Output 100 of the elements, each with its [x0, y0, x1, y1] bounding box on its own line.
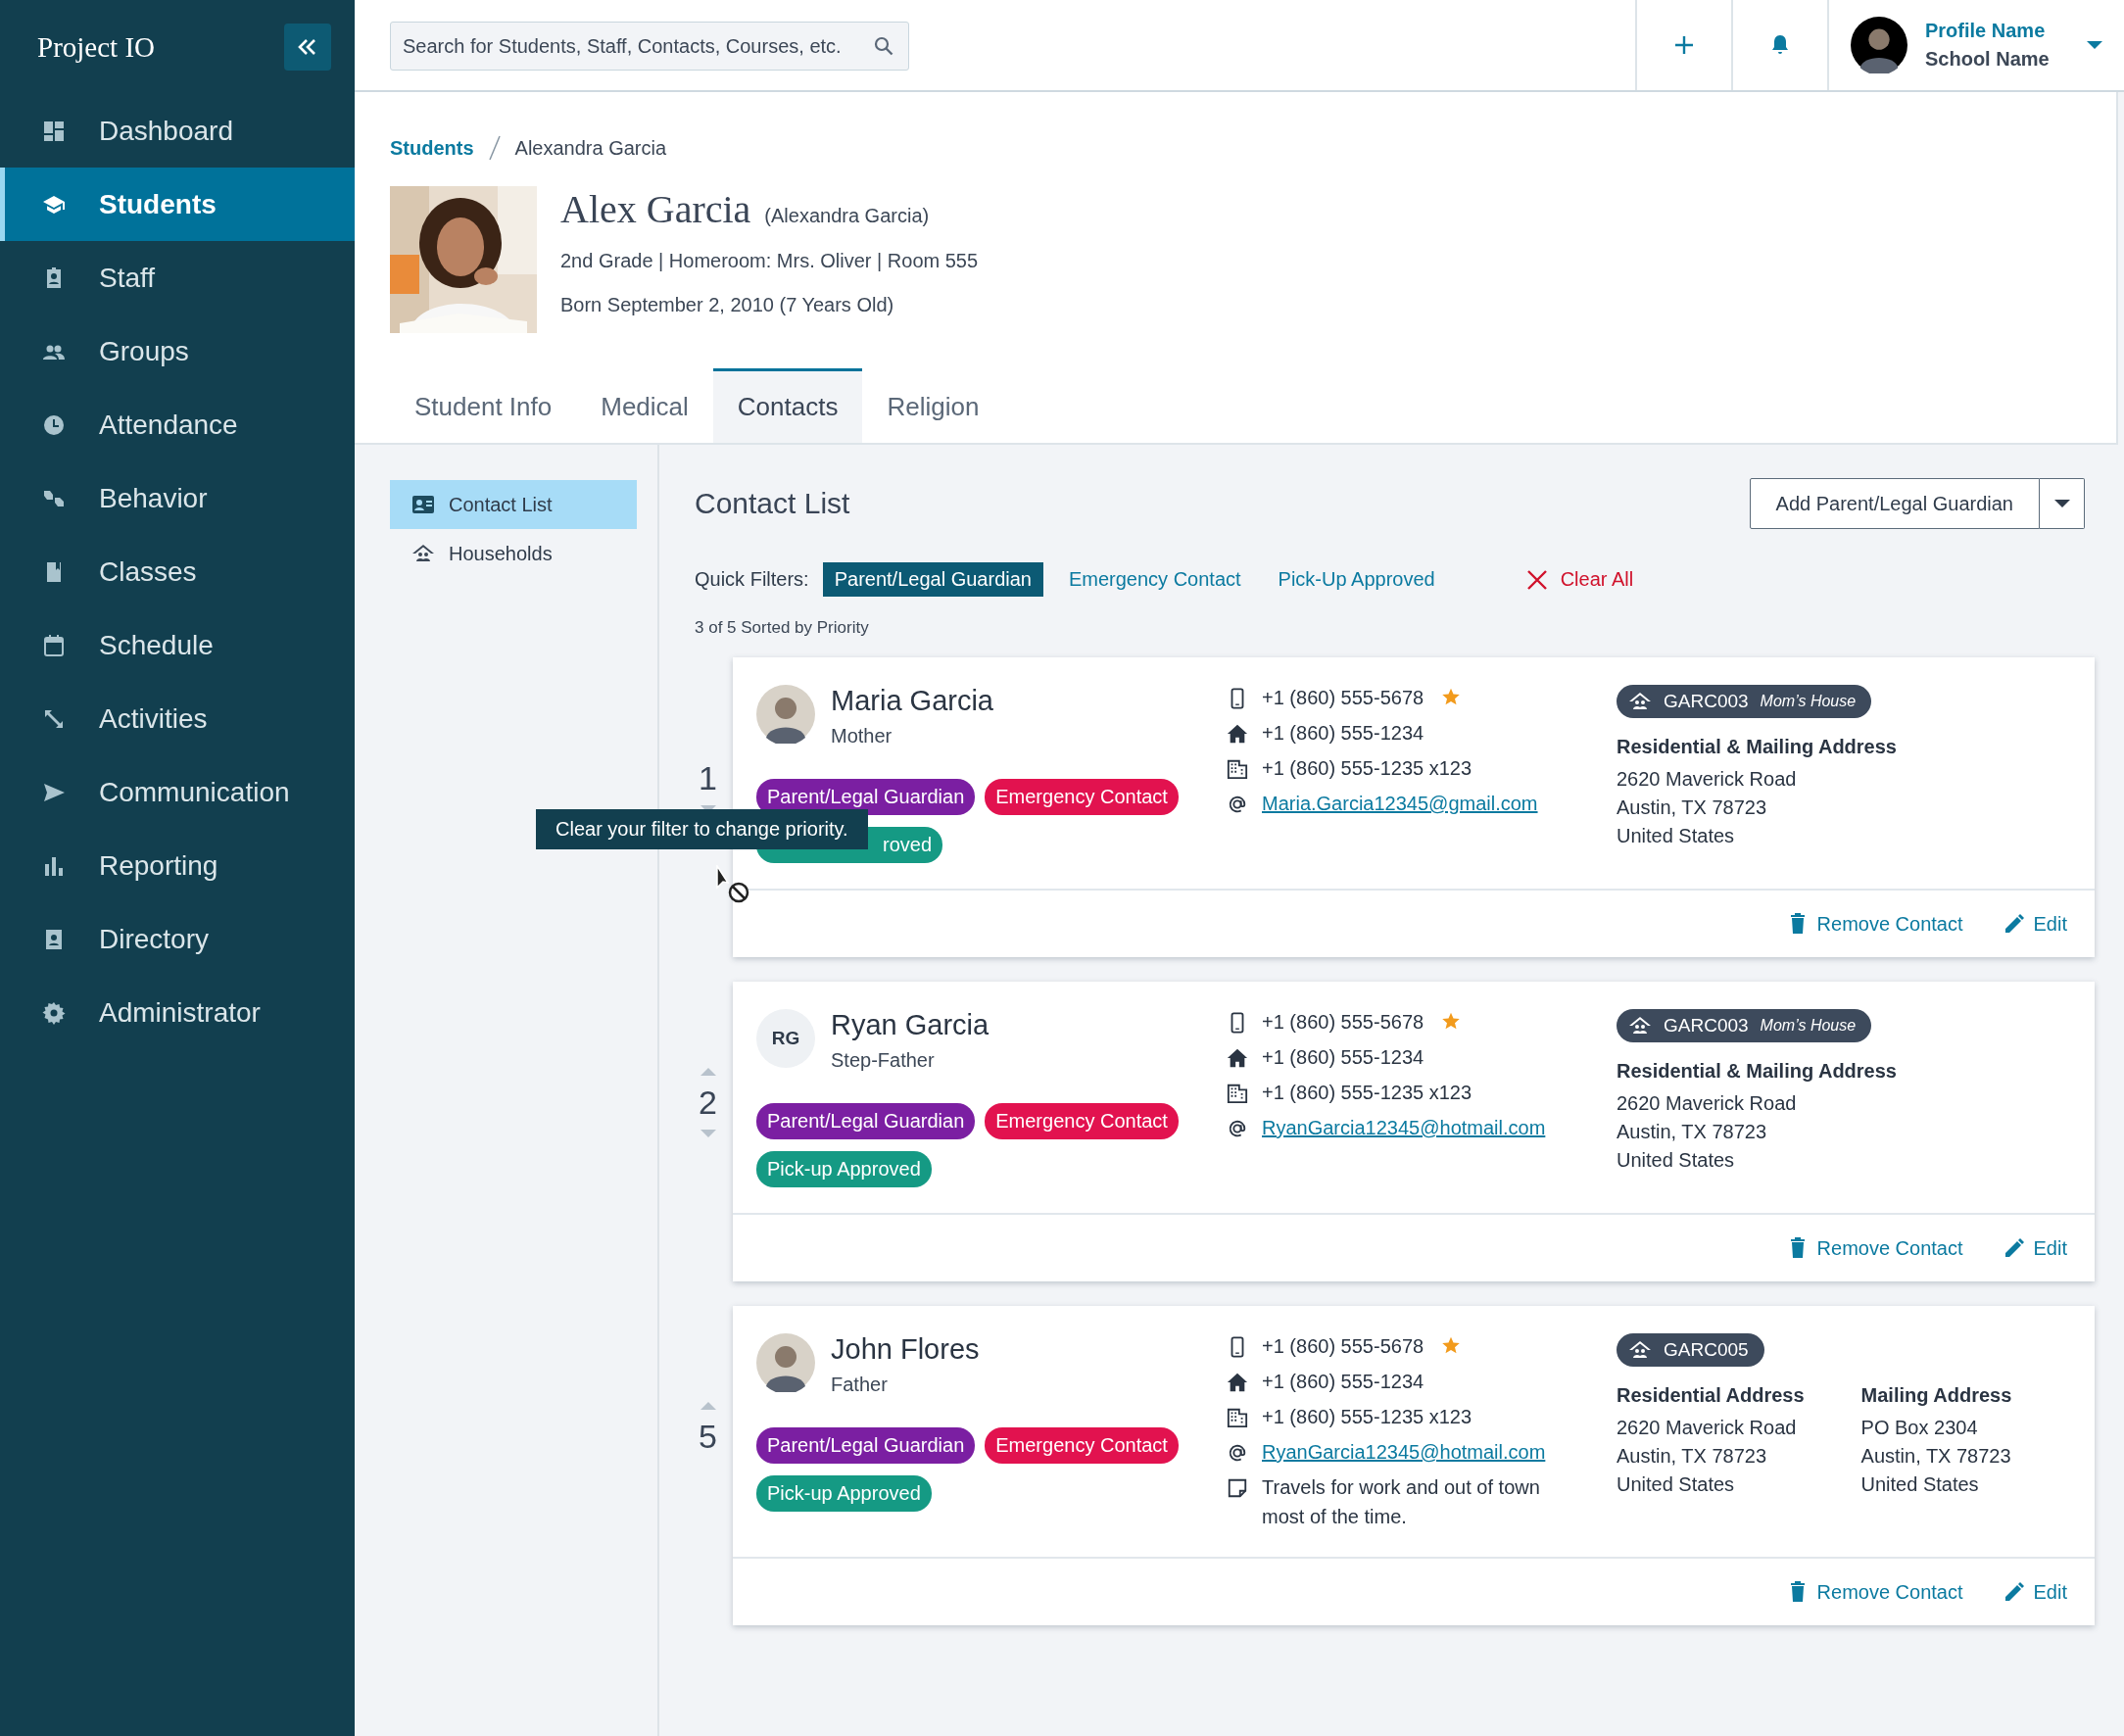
note-text: Travels for work and out of town most of the time. [1262, 1475, 1541, 1529]
nav-item[interactable]: Students [0, 168, 355, 241]
avatar-icon [1851, 17, 1907, 73]
building-icon [1227, 1083, 1248, 1104]
remove-contact-button[interactable]: Remove Contact [1785, 1236, 1963, 1260]
profile-menu[interactable]: Profile Name School Name [1827, 0, 2124, 90]
nav-item[interactable]: Administrator [0, 976, 355, 1049]
relationship: Father [831, 1374, 889, 1396]
tab[interactable]: Medical [576, 368, 713, 443]
phone-number: +1 (860) 555-5678 [1262, 1335, 1424, 1358]
household-name: Mom’s House [1760, 693, 1857, 710]
filter-chip[interactable]: Emergency Contact [1056, 562, 1253, 597]
tag: Emergency Contact [985, 1103, 1179, 1139]
tooltip: Clear your filter to change priority. [536, 809, 868, 849]
add-guardian-button[interactable]: Add Parent/Legal Guardian [1749, 478, 2040, 529]
edit-button[interactable]: Edit [2002, 1580, 2067, 1604]
nav-item[interactable]: Communication [0, 755, 355, 829]
clear-all-button[interactable]: Clear All [1524, 567, 1634, 592]
tag: Emergency Contact [985, 1427, 1179, 1464]
dropdown-button[interactable] [2040, 478, 2085, 529]
at-sign-icon [1227, 1442, 1248, 1464]
remove-contact-button[interactable]: Remove Contact [1785, 912, 1963, 936]
student-details: 2nd Grade | Homeroom: Mrs. Oliver | Room 555 [560, 250, 979, 272]
tag: Emergency Contact [985, 779, 1179, 815]
search-icon [872, 34, 895, 58]
avatar-icon [756, 1333, 815, 1392]
tag: Pick-up Approved [756, 1475, 932, 1512]
phone-number: +1 (860) 555-1234 [1262, 1046, 1424, 1069]
student-name: Alex Garcia [560, 186, 751, 232]
calendar-icon [42, 633, 66, 657]
nav-item[interactable]: Directory [0, 902, 355, 976]
avatar-initials: RG [756, 1009, 815, 1068]
tab[interactable]: Student Info [390, 368, 577, 443]
email-link[interactable]: RyanGarcia12345@hotmail.com [1262, 1117, 1546, 1139]
tab[interactable]: Contacts [712, 368, 863, 443]
edit-button[interactable]: Edit [2002, 912, 2067, 936]
tag: Parent/Legal Guardian [756, 779, 976, 815]
avatar-icon [756, 685, 815, 744]
phone-number: +1 (860) 555-1234 [1262, 722, 1424, 745]
nav-item[interactable]: Dashboard [0, 94, 355, 168]
tag: Parent/Legal Guardian [756, 1427, 976, 1464]
nav-item[interactable]: Reporting [0, 829, 355, 902]
address-heading: Mailing Address [1860, 1384, 2012, 1407]
tab[interactable]: Religion [862, 368, 1004, 443]
house-icon [1227, 1372, 1248, 1393]
address-line: Austin, TX 78723 [1617, 796, 1768, 819]
address-heading: Residential & Mailing Address [1617, 736, 1897, 758]
contact-card-icon [411, 493, 435, 516]
caret-icon [2053, 500, 2070, 507]
nav-item[interactable]: Classes [0, 535, 355, 608]
dashboard-icon [42, 119, 66, 143]
household-name: Mom’s House [1760, 1017, 1857, 1035]
collapse-button[interactable] [284, 24, 331, 71]
nav-item[interactable]: Groups [0, 314, 355, 388]
nav-item[interactable]: Attendance [0, 388, 355, 461]
email-link[interactable]: RyanGarcia12345@hotmail.com [1262, 1441, 1546, 1464]
contact-name: John Flores [831, 1333, 980, 1366]
tag: Pick-up Approved [756, 1151, 932, 1187]
email-link[interactable]: Maria.Garcia12345@gmail.com [1262, 793, 1538, 815]
phone-number: +1 (860) 555-5678 [1262, 1011, 1424, 1034]
address-line: United States [1860, 1473, 1980, 1496]
at-sign-icon [1227, 1118, 1248, 1139]
section-title: Contact List [695, 487, 850, 520]
clock-icon [42, 412, 66, 437]
note-icon [1227, 1477, 1248, 1499]
remove-contact-button[interactable]: Remove Contact [1785, 1580, 1963, 1604]
contact-name: Maria Garcia [831, 685, 993, 717]
priority-number: 2 [699, 1083, 717, 1122]
sidebar-item[interactable]: Households [390, 529, 637, 578]
address-line: United States [1617, 1473, 1736, 1496]
address-line: PO Box 2304 [1860, 1417, 1979, 1439]
nav-item[interactable]: Staff [0, 241, 355, 314]
close-icon [1524, 567, 1549, 592]
phone-number: +1 (860) 555-5678 [1262, 687, 1424, 709]
nav-item[interactable]: Schedule [0, 608, 355, 682]
filter-chip[interactable]: Pick-Up Approved [1266, 562, 1447, 597]
edit-button[interactable]: Edit [2002, 1236, 2067, 1260]
address-line: United States [1617, 825, 1736, 847]
filters-label: Quick Filters: [695, 568, 809, 591]
address-line: United States [1617, 1149, 1736, 1172]
priority-number: 1 [699, 758, 717, 797]
filter-chip[interactable]: Parent/Legal Guardian [822, 562, 1043, 597]
priority-number: 5 [699, 1417, 717, 1456]
house-icon [1227, 723, 1248, 745]
sidebar-item[interactable]: Contact List [390, 480, 637, 529]
search-field[interactable]: Search for Students, Staff, Contacts, Courses, etc. [390, 22, 909, 71]
relationship: Step-Father [831, 1049, 936, 1072]
household-code: GARC003 [1664, 1015, 1749, 1037]
profile-name: Profile Name [1925, 20, 2047, 42]
address-line: 2620 Maverick Road [1617, 768, 1798, 791]
address-heading: Residential Address [1617, 1384, 1805, 1407]
result-count: 3 of 5 Sorted by Priority [695, 618, 870, 638]
phone-number: +1 (860) 555-1235 x123 [1262, 757, 1472, 780]
building-icon [1227, 1407, 1248, 1428]
nav-item[interactable]: Activities [0, 682, 355, 755]
address-line: Austin, TX 78723 [1617, 1121, 1768, 1143]
nav-item[interactable]: Behavior [0, 461, 355, 535]
address-line: 2620 Maverick Road [1617, 1092, 1798, 1115]
caret-icon [2087, 41, 2102, 49]
breadcrumb-link[interactable]: Students [390, 136, 474, 160]
